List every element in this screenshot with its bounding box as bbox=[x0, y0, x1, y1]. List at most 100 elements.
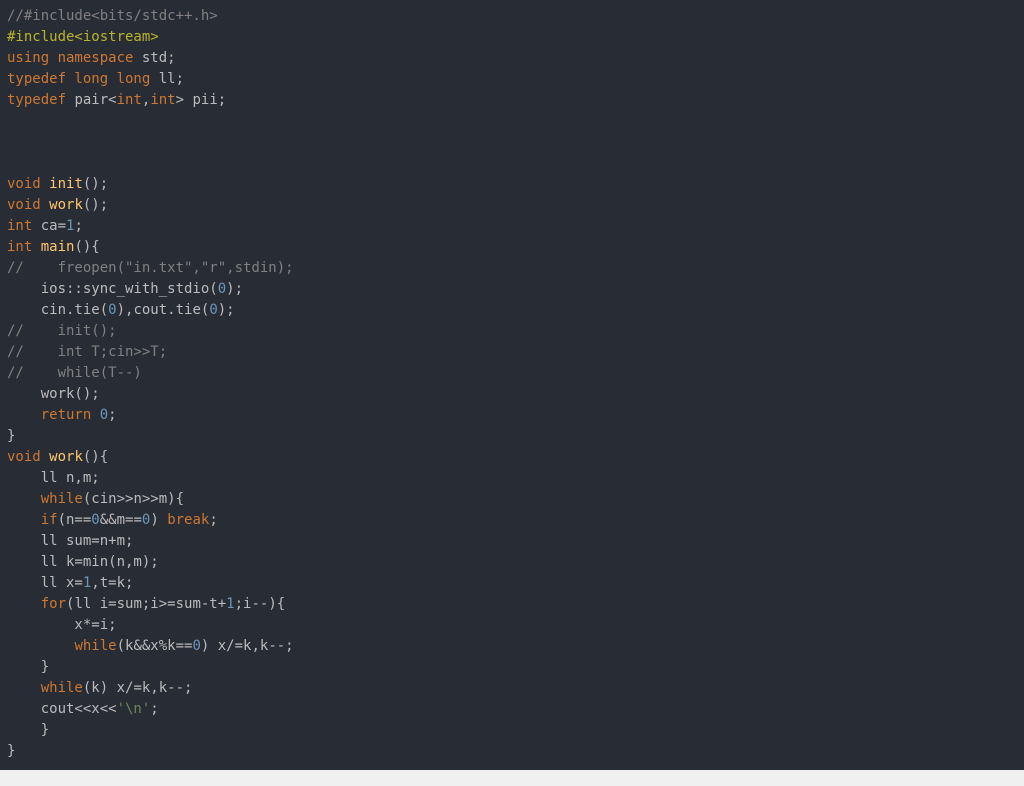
keyword: break bbox=[167, 512, 210, 528]
code-text: work(); bbox=[7, 386, 100, 402]
code-line[interactable]: ll n,m; bbox=[7, 468, 1024, 489]
keyword: int bbox=[150, 92, 176, 108]
code-text: (cin>>n>>m){ bbox=[82, 491, 185, 507]
code-text: ca= bbox=[32, 218, 67, 234]
code-text: x*=i; bbox=[7, 617, 117, 633]
code-editor[interactable]: //#include<bits/stdc++.h> #include<iostre… bbox=[0, 0, 1024, 770]
code-line[interactable]: #include<iostream> bbox=[7, 27, 1024, 48]
code-line[interactable]: } bbox=[7, 720, 1024, 741]
code-line[interactable]: typedef pair<int,int> pii; bbox=[7, 90, 1024, 111]
code-text: (){ bbox=[74, 239, 100, 255]
number-literal: 0 bbox=[192, 638, 201, 654]
keyword: typedef bbox=[7, 92, 67, 108]
number-literal: 0 bbox=[209, 302, 218, 318]
code-line[interactable]: x*=i; bbox=[7, 615, 1024, 636]
keyword: void bbox=[7, 176, 41, 192]
code-line[interactable]: // freopen("in.txt","r",stdin); bbox=[7, 258, 1024, 279]
code-line[interactable]: while(k&&x%k==0) x/=k,k--; bbox=[7, 636, 1024, 657]
code-text: pair< bbox=[66, 92, 117, 108]
code-line[interactable]: void work(){ bbox=[7, 447, 1024, 468]
code-line[interactable]: // init(); bbox=[7, 321, 1024, 342]
code-line[interactable]: return 0; bbox=[7, 405, 1024, 426]
code-text: > pii; bbox=[175, 92, 227, 108]
code-line[interactable]: work(); bbox=[7, 384, 1024, 405]
code-text: } bbox=[7, 743, 16, 759]
code-text: &&m== bbox=[99, 512, 142, 528]
code-line[interactable] bbox=[7, 132, 1024, 153]
code-line[interactable]: // while(T--) bbox=[7, 363, 1024, 384]
number-literal: 0 bbox=[99, 407, 109, 423]
code-text: ) x/=k,k--; bbox=[200, 638, 294, 654]
code-text: (k&&x%k== bbox=[116, 638, 193, 654]
function-name: work bbox=[49, 197, 83, 213]
keyword: typedef long long bbox=[7, 71, 151, 87]
keyword: while bbox=[40, 680, 83, 696]
code-text: } bbox=[7, 428, 16, 444]
comment: // int T;cin>>T; bbox=[7, 344, 168, 360]
number-literal: 0 bbox=[217, 281, 227, 297]
keyword: while bbox=[74, 638, 117, 654]
code-text: ; bbox=[150, 701, 159, 717]
code-line[interactable]: typedef long long ll; bbox=[7, 69, 1024, 90]
code-line[interactable]: while(k) x/=k,k--; bbox=[7, 678, 1024, 699]
code-text: ll sum=n+m; bbox=[7, 533, 134, 549]
comment: // freopen("in.txt","r",stdin); bbox=[7, 260, 294, 276]
keyword: void bbox=[7, 197, 41, 213]
function-name: work bbox=[49, 449, 83, 465]
code-text: ios::sync_with_stdio( bbox=[7, 281, 218, 297]
code-line[interactable]: ll sum=n+m; bbox=[7, 531, 1024, 552]
code-text: ),cout.tie( bbox=[116, 302, 210, 318]
code-text: cout<<x<< bbox=[7, 701, 117, 717]
code-line[interactable]: if(n==0&&m==0) break; bbox=[7, 510, 1024, 531]
code-line[interactable]: void work(); bbox=[7, 195, 1024, 216]
keyword: int bbox=[7, 239, 33, 255]
keyword: for bbox=[40, 596, 67, 612]
number-literal: 1 bbox=[226, 596, 235, 612]
code-line[interactable]: //#include<bits/stdc++.h> bbox=[7, 6, 1024, 27]
code-line[interactable]: int ca=1; bbox=[7, 216, 1024, 237]
code-line[interactable]: } bbox=[7, 741, 1024, 762]
code-text: } bbox=[7, 659, 50, 675]
code-text: ll k=min(n,m); bbox=[7, 554, 159, 570]
code-text: ); bbox=[217, 302, 235, 318]
code-line[interactable]: int main(){ bbox=[7, 237, 1024, 258]
code-line[interactable]: for(ll i=sum;i>=sum-t+1;i--){ bbox=[7, 594, 1024, 615]
keyword: int bbox=[7, 218, 33, 234]
code-line[interactable]: } bbox=[7, 657, 1024, 678]
code-line[interactable]: cout<<x<<'\n'; bbox=[7, 699, 1024, 720]
code-line[interactable] bbox=[7, 153, 1024, 174]
code-area[interactable]: //#include<bits/stdc++.h> #include<iostre… bbox=[7, 6, 1024, 762]
code-line[interactable] bbox=[7, 111, 1024, 132]
code-text: ) bbox=[150, 512, 168, 528]
code-line[interactable]: while(cin>>n>>m){ bbox=[7, 489, 1024, 510]
code-text: std; bbox=[133, 50, 176, 66]
function-name: main bbox=[40, 239, 75, 255]
code-line[interactable]: ios::sync_with_stdio(0); bbox=[7, 279, 1024, 300]
code-line[interactable]: ll k=min(n,m); bbox=[7, 552, 1024, 573]
code-text: (n== bbox=[57, 512, 92, 528]
code-line[interactable]: cin.tie(0),cout.tie(0); bbox=[7, 300, 1024, 321]
code-line[interactable]: ll x=1,t=k; bbox=[7, 573, 1024, 594]
code-text: ll; bbox=[150, 71, 185, 87]
code-text: ; bbox=[108, 407, 117, 423]
keyword: int bbox=[116, 92, 142, 108]
code-line[interactable]: void init(); bbox=[7, 174, 1024, 195]
code-line[interactable]: // int T;cin>>T; bbox=[7, 342, 1024, 363]
code-text: ,t=k; bbox=[91, 575, 134, 591]
code-line[interactable]: } bbox=[7, 426, 1024, 447]
bottom-strip bbox=[0, 770, 1024, 786]
code-line[interactable]: using namespace std; bbox=[7, 48, 1024, 69]
comment: // while(T--) bbox=[7, 365, 142, 381]
code-text: ;i--){ bbox=[234, 596, 286, 612]
code-text: } bbox=[7, 722, 50, 738]
code-text: (ll i=sum;i>=sum-t+ bbox=[66, 596, 227, 612]
code-text: (); bbox=[82, 176, 109, 192]
code-text: (){ bbox=[82, 449, 109, 465]
